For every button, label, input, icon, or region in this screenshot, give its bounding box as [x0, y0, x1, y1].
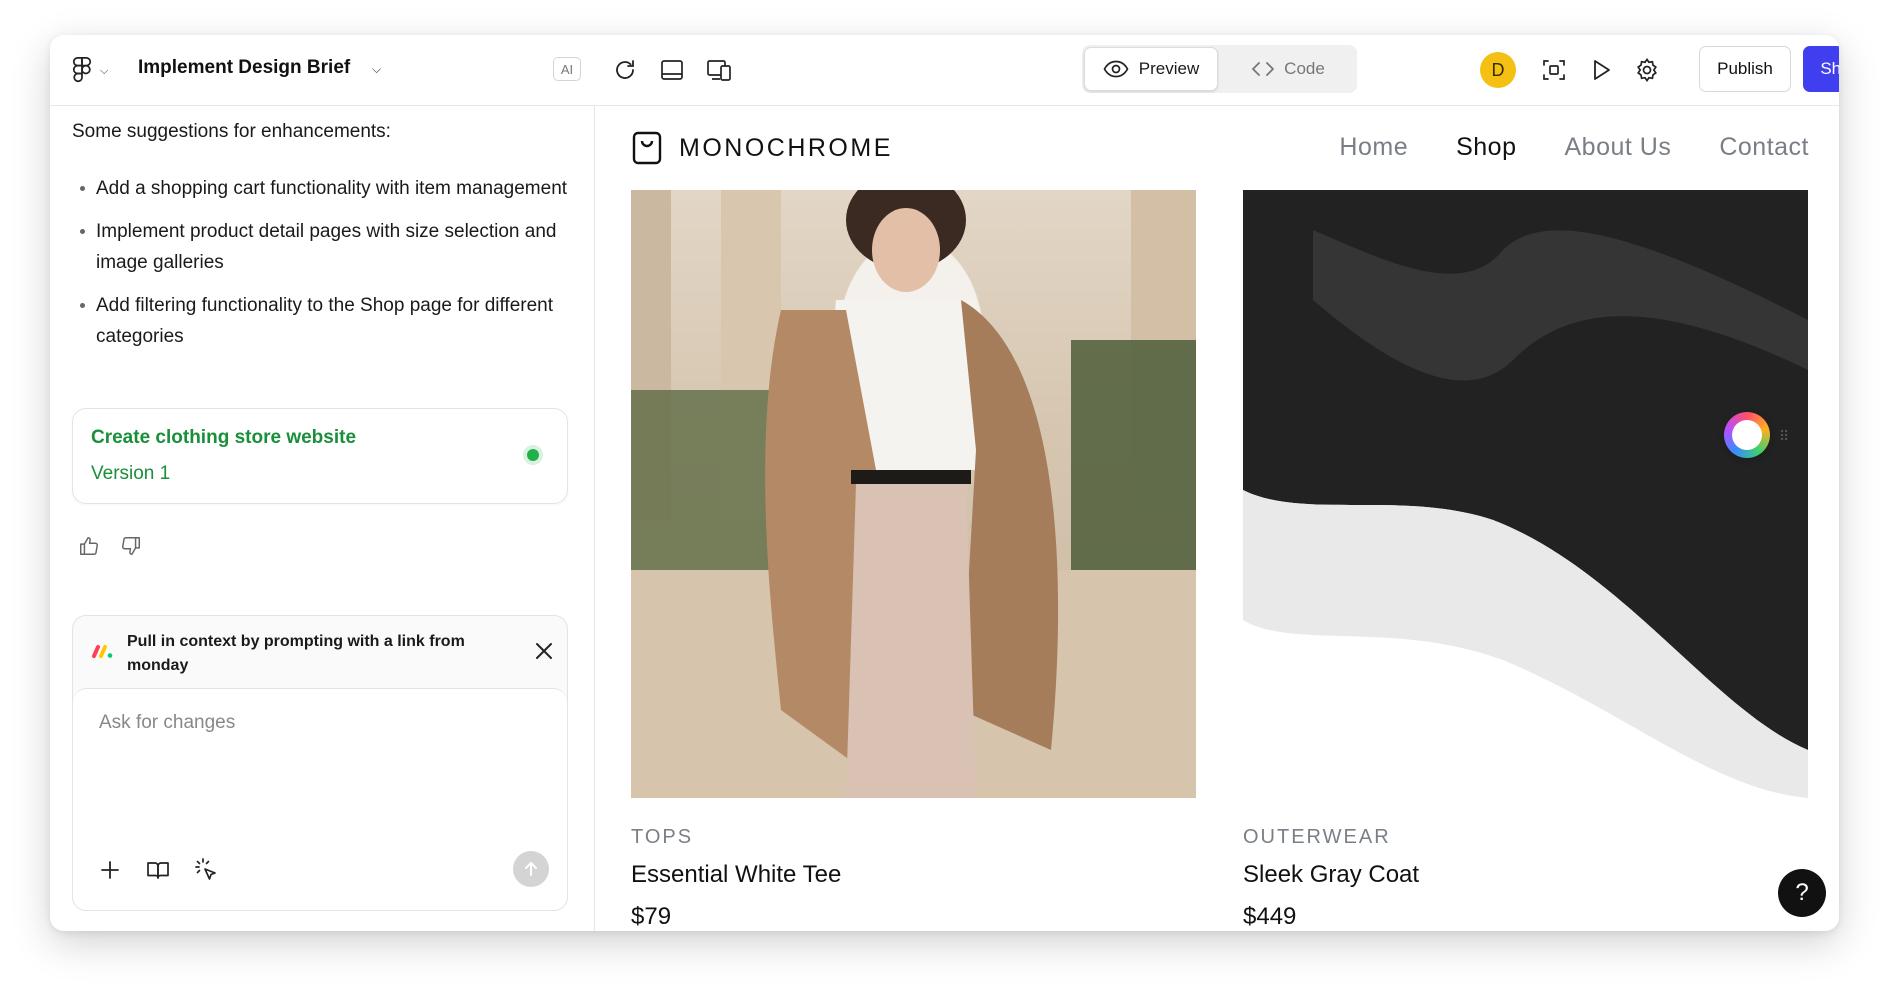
avatar[interactable]: D: [1480, 52, 1516, 88]
preview-label: Preview: [1138, 59, 1200, 78]
help-button[interactable]: ?: [1778, 869, 1826, 917]
main-menu-chevron-icon[interactable]: ⌵: [100, 65, 108, 78]
screenshot-select-icon[interactable]: [1541, 57, 1567, 83]
version-title: Create clothing store website: [91, 427, 357, 448]
monday-banner: Pull in context by prompting with a link…: [73, 616, 567, 690]
site-navbar: MONOCHROME Home Shop About Us Contact: [595, 106, 1839, 190]
nav-link-shop[interactable]: Shop: [1456, 133, 1516, 162]
nav-link-contact[interactable]: Contact: [1719, 133, 1809, 162]
chat-header: ⌵ Implement Design Brief ⌵ AI: [50, 35, 594, 106]
top-toolbar: Preview Code D Publish Share: [594, 35, 1839, 106]
chat-panel: ⌵ Implement Design Brief ⌵ AI Some sugge…: [50, 35, 595, 931]
version-card[interactable]: Create clothing store website Version 1: [72, 408, 568, 504]
status-dot-icon: [527, 449, 539, 461]
nav-link-home[interactable]: Home: [1339, 133, 1408, 162]
product-image[interactable]: [1243, 190, 1808, 798]
gear-icon[interactable]: [1634, 57, 1660, 83]
monday-banner-text: Pull in context by prompting with a link…: [127, 633, 465, 674]
eye-icon: [1103, 60, 1129, 78]
thumbs-down-icon[interactable]: [120, 535, 142, 557]
woman-in-coat-photo: [631, 190, 1196, 798]
product-category: TOPS: [631, 826, 694, 848]
code-tab[interactable]: Code: [1222, 47, 1355, 91]
app-window: ⌵ Implement Design Brief ⌵ AI Some sugge…: [50, 35, 1839, 931]
responsive-devices-icon[interactable]: [706, 57, 732, 83]
version-subtitle: Version 1: [91, 463, 171, 484]
nav-link-about-us[interactable]: About Us: [1564, 133, 1671, 162]
product-name[interactable]: Sleek Gray Coat: [1243, 861, 1808, 889]
product-card[interactable]: OUTERWEAR Sleek Gray Coat $449: [1243, 190, 1808, 931]
monday-icon: [92, 645, 113, 658]
prompt-tools: [97, 857, 219, 883]
layout-panel-icon[interactable]: [659, 57, 685, 83]
site-nav-links: Home Shop About Us Contact: [1339, 133, 1809, 162]
suggestion-item: Add filtering functionality to the Shop …: [72, 290, 577, 352]
shopping-bag-icon[interactable]: [631, 130, 663, 166]
ask-for-changes-input[interactable]: [97, 711, 541, 735]
chat-intro-text: Some suggestions for enhancements:: [72, 121, 391, 142]
publish-button[interactable]: Publish: [1699, 46, 1791, 92]
close-icon[interactable]: [533, 640, 555, 662]
assistant-ring-icon[interactable]: [1724, 412, 1770, 458]
prompt-input-area: [73, 688, 567, 910]
share-button[interactable]: Share: [1803, 46, 1839, 92]
figma-icon[interactable]: [72, 57, 92, 83]
dark-fabric-photo: [1243, 190, 1808, 798]
product-card[interactable]: TOPS Essential White Tee $79: [631, 190, 1196, 931]
suggestion-item: Implement product detail pages with size…: [72, 216, 577, 278]
product-price: $449: [1243, 903, 1297, 930]
ai-badge[interactable]: AI: [553, 57, 581, 81]
drag-handle-icon[interactable]: ⠿: [1779, 428, 1789, 445]
arrow-up-icon: [525, 862, 537, 876]
play-icon[interactable]: [1588, 57, 1614, 83]
project-title[interactable]: Implement Design Brief: [138, 57, 350, 79]
suggestion-list: Add a shopping cart functionality with i…: [72, 173, 577, 364]
code-label: Code: [1284, 59, 1325, 78]
product-image[interactable]: [631, 190, 1196, 798]
feedback-actions: [78, 535, 142, 557]
select-element-icon[interactable]: [193, 857, 219, 883]
preview-tab[interactable]: Preview: [1084, 47, 1218, 91]
book-icon[interactable]: [145, 857, 171, 883]
refresh-icon[interactable]: [612, 57, 638, 83]
prompt-box: Pull in context by prompting with a link…: [72, 615, 568, 911]
product-name[interactable]: Essential White Tee: [631, 861, 1196, 889]
site-brand[interactable]: MONOCHROME: [679, 134, 893, 163]
product-price: $79: [631, 903, 672, 930]
suggestion-item: Add a shopping cart functionality with i…: [72, 173, 577, 204]
project-menu-chevron-icon[interactable]: ⌵: [372, 62, 381, 77]
view-mode-toggle: Preview Code: [1082, 45, 1357, 93]
send-button[interactable]: [513, 851, 549, 887]
thumbs-up-icon[interactable]: [78, 535, 100, 557]
code-brackets-icon: [1252, 62, 1275, 76]
product-category: OUTERWEAR: [1243, 826, 1391, 848]
site-preview: MONOCHROME Home Shop About Us Contact TO…: [595, 106, 1839, 931]
plus-icon[interactable]: [97, 857, 123, 883]
